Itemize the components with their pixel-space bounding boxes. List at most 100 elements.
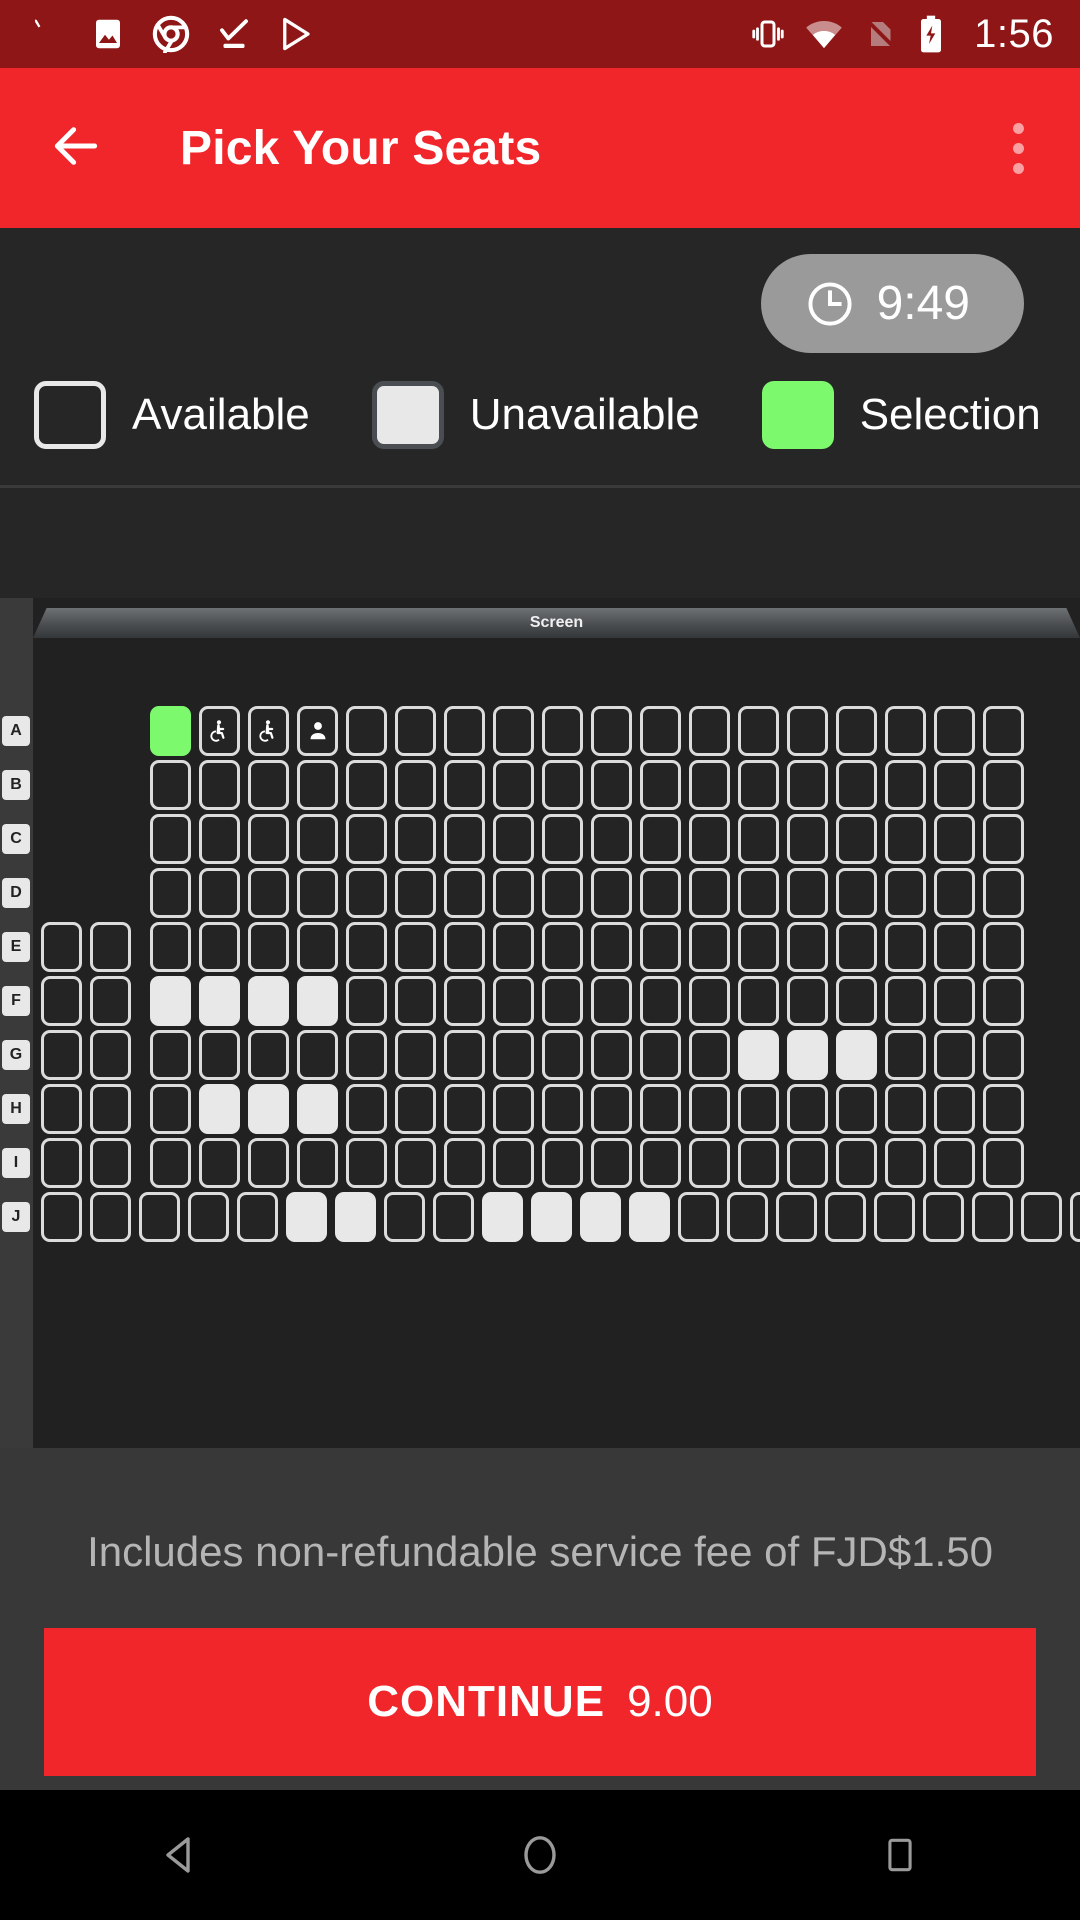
seat-available[interactable] — [1070, 1192, 1080, 1242]
seat-available[interactable] — [836, 814, 877, 864]
seat-available[interactable] — [41, 976, 82, 1026]
seat-available[interactable] — [346, 922, 387, 972]
seat-available[interactable] — [727, 1192, 768, 1242]
seat-unavailable[interactable] — [286, 1192, 327, 1242]
seat-available[interactable] — [395, 706, 436, 756]
seat-available[interactable] — [1021, 1192, 1062, 1242]
seat-available[interactable] — [395, 976, 436, 1026]
seat-available[interactable] — [444, 976, 485, 1026]
seat-available[interactable] — [493, 976, 534, 1026]
seat-available[interactable] — [885, 706, 926, 756]
seat-unavailable[interactable] — [335, 1192, 376, 1242]
seat-available[interactable] — [934, 814, 975, 864]
seat-unavailable[interactable] — [531, 1192, 572, 1242]
seat-available[interactable] — [542, 1030, 583, 1080]
seat-available[interactable] — [983, 1138, 1024, 1188]
seat-available[interactable] — [983, 868, 1024, 918]
seat-available[interactable] — [787, 760, 828, 810]
seat-available[interactable] — [384, 1192, 425, 1242]
seat-available[interactable] — [591, 1030, 632, 1080]
seat-available[interactable] — [297, 760, 338, 810]
seat-available[interactable] — [689, 706, 730, 756]
seat-available[interactable] — [433, 1192, 474, 1242]
nav-home-button[interactable] — [470, 1790, 610, 1920]
seat-available[interactable] — [150, 1084, 191, 1134]
seat-available[interactable] — [836, 868, 877, 918]
seat-available[interactable] — [983, 922, 1024, 972]
seat-available[interactable] — [640, 760, 681, 810]
seat-unavailable[interactable] — [629, 1192, 670, 1242]
seat-available[interactable] — [689, 760, 730, 810]
seat-available[interactable] — [395, 1138, 436, 1188]
seat-available[interactable] — [836, 760, 877, 810]
seat-available[interactable] — [591, 814, 632, 864]
seat-available[interactable] — [836, 1138, 877, 1188]
seat-available[interactable] — [248, 814, 289, 864]
continue-button[interactable]: CONTINUE 9.00 — [44, 1628, 1036, 1776]
seat-available[interactable] — [346, 1084, 387, 1134]
seat-available[interactable] — [836, 976, 877, 1026]
seat-unavailable[interactable] — [580, 1192, 621, 1242]
seat-available[interactable] — [874, 1192, 915, 1242]
seat-available[interactable] — [885, 976, 926, 1026]
seat-available[interactable] — [836, 1084, 877, 1134]
seat-available[interactable] — [90, 976, 131, 1026]
seat-available[interactable] — [738, 760, 779, 810]
seat-available[interactable] — [689, 976, 730, 1026]
seat-available[interactable] — [983, 1084, 1024, 1134]
seat-unavailable[interactable] — [297, 1084, 338, 1134]
seat-companion[interactable] — [297, 706, 338, 756]
seat-available[interactable] — [591, 1138, 632, 1188]
seat-available[interactable] — [934, 1084, 975, 1134]
seat-available[interactable] — [542, 1084, 583, 1134]
seat-available[interactable] — [787, 976, 828, 1026]
seat-available[interactable] — [591, 868, 632, 918]
seat-available[interactable] — [983, 706, 1024, 756]
seat-available[interactable] — [248, 760, 289, 810]
seat-available[interactable] — [738, 814, 779, 864]
seat-available[interactable] — [297, 814, 338, 864]
seat-available[interactable] — [934, 1138, 975, 1188]
seat-available[interactable] — [150, 1138, 191, 1188]
seat-available[interactable] — [493, 922, 534, 972]
seat-available[interactable] — [150, 1030, 191, 1080]
seat-selected[interactable] — [150, 706, 191, 756]
seat-available[interactable] — [444, 922, 485, 972]
seat-available[interactable] — [199, 760, 240, 810]
seat-available[interactable] — [885, 760, 926, 810]
seat-available[interactable] — [199, 1030, 240, 1080]
seat-available[interactable] — [199, 922, 240, 972]
seat-unavailable[interactable] — [150, 976, 191, 1026]
seat-available[interactable] — [983, 976, 1024, 1026]
seat-available[interactable] — [444, 1138, 485, 1188]
seat-available[interactable] — [493, 706, 534, 756]
seat-available[interactable] — [346, 1138, 387, 1188]
seat-available[interactable] — [689, 814, 730, 864]
seat-available[interactable] — [885, 868, 926, 918]
seat-available[interactable] — [150, 868, 191, 918]
seat-available[interactable] — [395, 814, 436, 864]
seat-available[interactable] — [248, 922, 289, 972]
seat-available[interactable] — [444, 760, 485, 810]
seat-available[interactable] — [41, 1192, 82, 1242]
seat-available[interactable] — [591, 922, 632, 972]
seat-available[interactable] — [346, 868, 387, 918]
seat-unavailable[interactable] — [248, 1084, 289, 1134]
seat-available[interactable] — [444, 868, 485, 918]
seat-available[interactable] — [972, 1192, 1013, 1242]
seat-available[interactable] — [836, 706, 877, 756]
seat-available[interactable] — [444, 1030, 485, 1080]
seat-available[interactable] — [346, 1030, 387, 1080]
seat-available[interactable] — [346, 706, 387, 756]
seat-available[interactable] — [689, 868, 730, 918]
seat-available[interactable] — [493, 1030, 534, 1080]
seat-available[interactable] — [934, 868, 975, 918]
back-button[interactable] — [40, 102, 112, 195]
seat-unavailable[interactable] — [482, 1192, 523, 1242]
seat-available[interactable] — [90, 1030, 131, 1080]
seat-available[interactable] — [395, 760, 436, 810]
seat-available[interactable] — [934, 1030, 975, 1080]
seat-available[interactable] — [493, 868, 534, 918]
seat-available[interactable] — [640, 1084, 681, 1134]
seat-available[interactable] — [150, 922, 191, 972]
